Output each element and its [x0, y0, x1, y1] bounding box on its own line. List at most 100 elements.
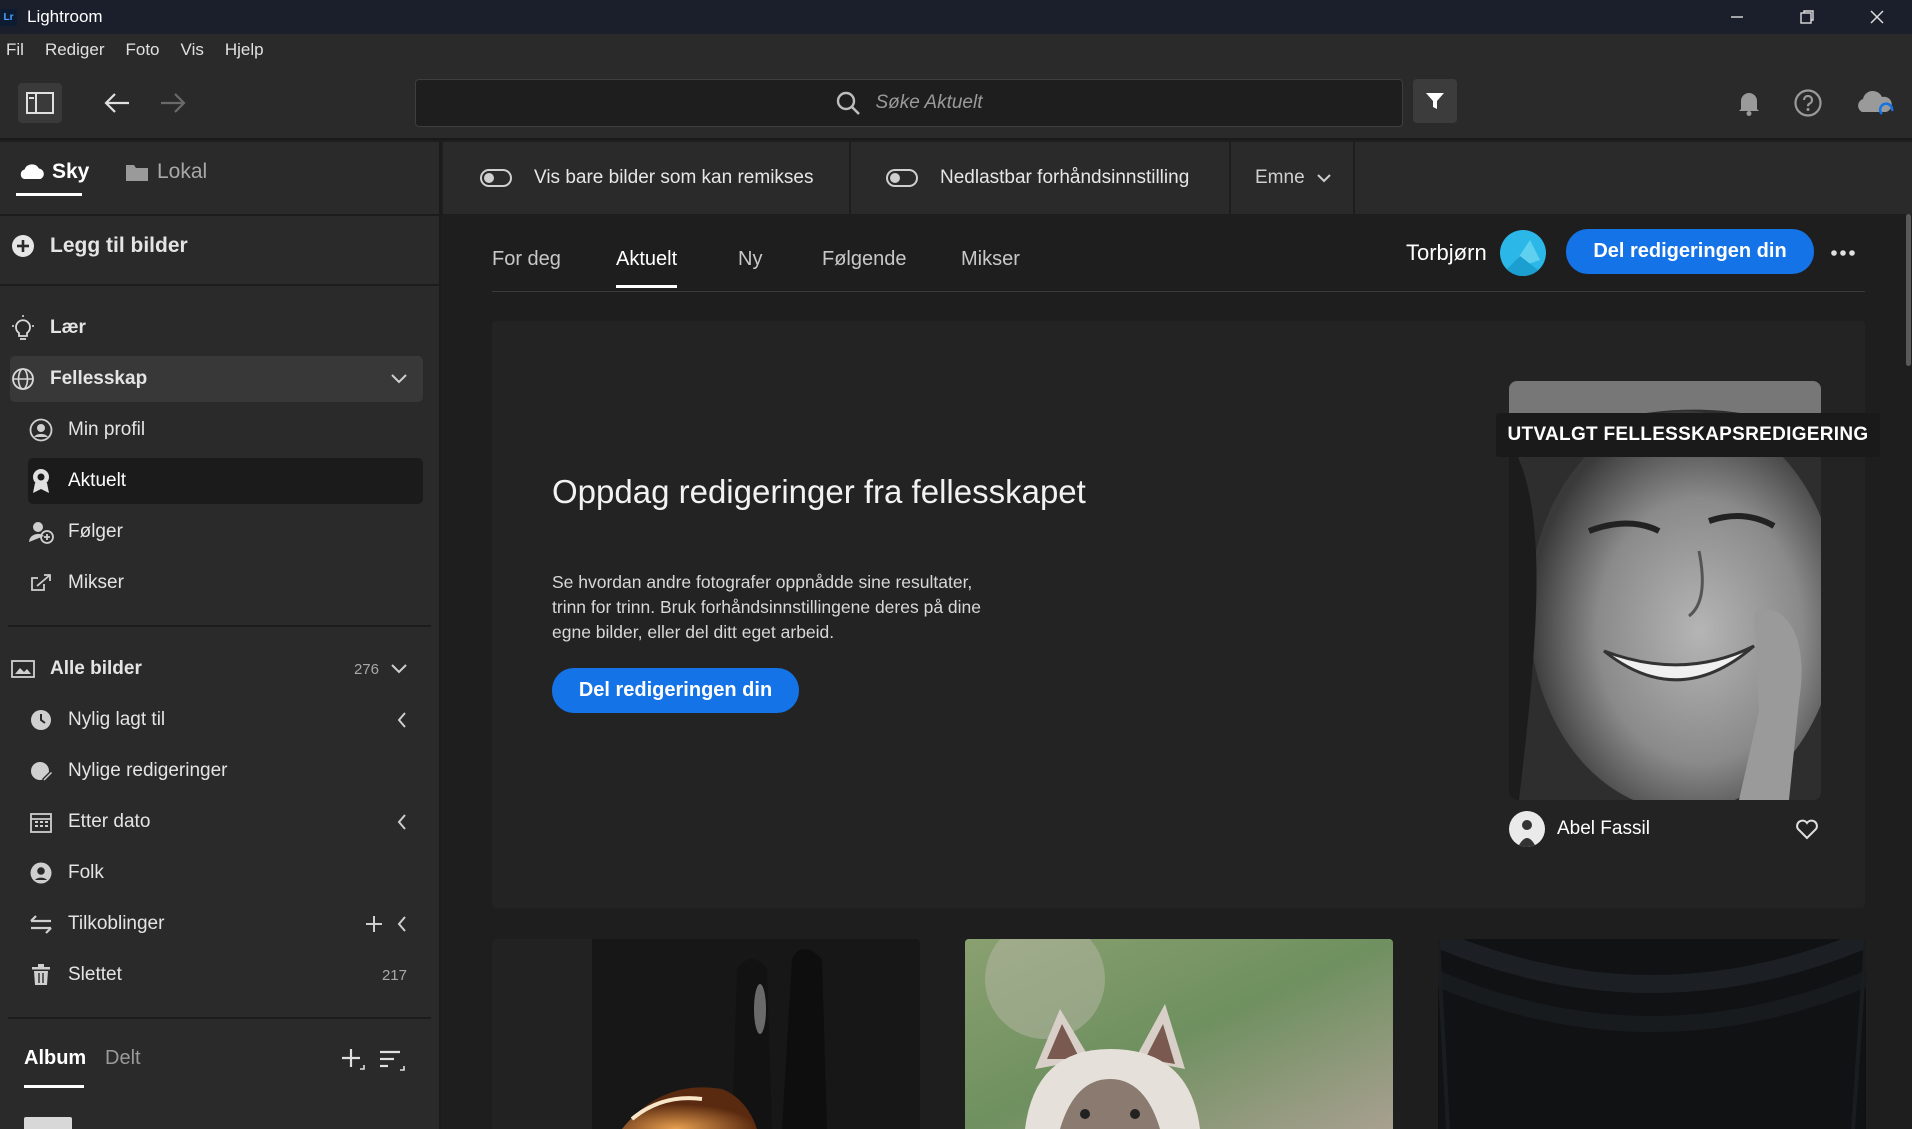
- sidebar-item-by-date[interactable]: Etter dato: [28, 799, 423, 845]
- community-photo-card[interactable]: [492, 939, 920, 1129]
- sidebar-item-following[interactable]: Følger: [28, 509, 423, 555]
- menu-view[interactable]: Vis: [181, 40, 204, 60]
- tab-shared[interactable]: Delt: [105, 1047, 141, 1070]
- add-photos-label: Legg til bilder: [50, 234, 188, 257]
- sidebar-item-my-profile[interactable]: Min profil: [28, 407, 423, 453]
- more-options-button[interactable]: [1830, 240, 1856, 266]
- tab-cloud-label: Sky: [52, 160, 90, 183]
- tab-trending[interactable]: Aktuelt: [616, 248, 678, 288]
- content-scrollbar[interactable]: [1906, 214, 1911, 366]
- community-tabs: For deg Aktuelt Ny Følgende Mikser Torbj…: [492, 229, 1865, 292]
- cloud-icon: [20, 164, 44, 179]
- featured-hero-card: Oppdag redigeringer fra fellesskapet Se …: [492, 321, 1880, 908]
- tab-local-label: Lokal: [157, 160, 208, 183]
- tab-new[interactable]: Ny: [738, 248, 762, 285]
- all-photos-count: 276: [353, 660, 379, 678]
- tab-following[interactable]: Følgende: [822, 248, 907, 285]
- app-title: Lightroom: [27, 7, 103, 26]
- toggle-switch[interactable]: [886, 169, 918, 187]
- window-controls: [1702, 0, 1912, 34]
- tab-remixes[interactable]: Mikser: [961, 248, 1020, 285]
- filter-button[interactable]: [1413, 79, 1457, 123]
- album-thumbnail[interactable]: [24, 1117, 72, 1129]
- sidebar-item-recent-edits[interactable]: Nylige redigeringer: [28, 748, 423, 794]
- forward-button[interactable]: [156, 88, 190, 118]
- add-photos-button[interactable]: Legg til bilder: [10, 223, 423, 269]
- menu-photo[interactable]: Foto: [126, 40, 160, 60]
- globe-icon: [12, 368, 34, 390]
- person-circle-icon: [30, 862, 52, 884]
- title-bar: Lr Lightroom: [0, 0, 1912, 34]
- sidebar-item-learn[interactable]: Lær: [10, 305, 423, 351]
- toggle-switch[interactable]: [480, 169, 512, 187]
- help-button[interactable]: [1792, 86, 1824, 120]
- restore-button[interactable]: [1772, 0, 1842, 34]
- menu-file[interactable]: Fil: [6, 40, 24, 60]
- bell-icon: [1739, 93, 1759, 116]
- lightbulb-icon: [12, 315, 34, 340]
- toggle-panel-button[interactable]: [18, 83, 62, 123]
- featured-badge: UTVALGT FELLESSKAPSREDIGERING: [1496, 413, 1880, 457]
- folder-icon: [126, 165, 148, 181]
- photo-library-icon: [11, 660, 35, 678]
- sidebar-item-connections[interactable]: Tilkoblinger: [28, 901, 423, 947]
- sidebar-item-recently-added-label: Nylig lagt til: [68, 709, 166, 730]
- sidebar-item-all-photos[interactable]: Alle bilder 276: [10, 646, 423, 692]
- tab-albums[interactable]: Album: [24, 1047, 86, 1070]
- topic-label: Emne: [1255, 167, 1305, 188]
- calendar-icon: [30, 813, 52, 833]
- sidebar-item-community[interactable]: Fellesskap: [10, 356, 423, 402]
- edit-history-icon: [31, 762, 53, 782]
- close-button[interactable]: [1842, 0, 1912, 34]
- help-icon: [1794, 89, 1822, 117]
- notifications-button[interactable]: [1734, 86, 1764, 120]
- tab-local[interactable]: Lokal: [125, 160, 207, 184]
- cloud-sync-button[interactable]: [1852, 84, 1898, 122]
- sidebar-divider: [0, 214, 439, 216]
- back-button[interactable]: [100, 88, 134, 118]
- tab-cloud[interactable]: Sky: [18, 160, 89, 184]
- sidebar-item-people[interactable]: Folk: [28, 850, 423, 896]
- hero-share-button[interactable]: Del redigeringen din: [552, 668, 799, 713]
- add-album-button[interactable]: [340, 1047, 366, 1073]
- avatar[interactable]: [1500, 230, 1546, 276]
- chevron-left-icon[interactable]: [397, 916, 407, 932]
- filter-bar: Vis bare bilder som kan remikses Nedlast…: [443, 142, 1912, 214]
- search-input[interactable]: Søke Aktuelt: [415, 79, 1403, 127]
- plus-icon[interactable]: [365, 915, 383, 933]
- sidebar-item-deleted[interactable]: Slettet 217: [28, 952, 423, 998]
- sidebar-item-people-label: Folk: [68, 862, 104, 883]
- left-sidebar: Sky Lokal Legg til bilder Lær Fellesskap…: [0, 142, 441, 1129]
- filter-icon: [1426, 93, 1444, 109]
- sidebar-item-remixes[interactable]: Mikser: [28, 560, 423, 606]
- like-button[interactable]: [1795, 818, 1819, 840]
- search-placeholder: Søke Aktuelt: [875, 92, 983, 113]
- tab-for-you[interactable]: For deg: [492, 248, 561, 285]
- community-photo-image: [492, 939, 920, 1129]
- share-edit-button[interactable]: Del redigeringen din: [1566, 229, 1814, 274]
- sidebar-item-all-photos-label: Alle bilder: [50, 658, 142, 679]
- sort-albums-button[interactable]: [378, 1048, 406, 1074]
- sidebar-item-deleted-label: Slettet: [68, 964, 122, 985]
- menu-edit[interactable]: Rediger: [45, 40, 105, 60]
- chevron-left-icon[interactable]: [397, 712, 407, 728]
- author-avatar[interactable]: [1509, 811, 1545, 847]
- sidebar-item-remixes-label: Mikser: [68, 572, 124, 593]
- featured-author-name[interactable]: Abel Fassil: [1557, 818, 1650, 840]
- community-photo-card[interactable]: [1438, 939, 1866, 1129]
- remix-only-toggle[interactable]: Vis bare bilder som kan remikses: [443, 142, 851, 214]
- connections-icon: [30, 915, 52, 934]
- topic-dropdown[interactable]: Emne: [1231, 142, 1355, 214]
- chevron-down-icon[interactable]: [391, 664, 407, 674]
- minimize-icon: [1731, 16, 1743, 18]
- minimize-button[interactable]: [1702, 0, 1772, 34]
- community-photo-card[interactable]: [965, 939, 1393, 1129]
- more-horizontal-icon: [1831, 250, 1855, 256]
- chevron-left-icon[interactable]: [397, 814, 407, 830]
- sidebar-item-trending[interactable]: Aktuelt: [28, 458, 423, 504]
- author-avatar-image: [1518, 820, 1536, 847]
- sidebar-item-recently-added[interactable]: Nylig lagt til: [28, 697, 423, 743]
- downloadable-preset-toggle[interactable]: Nedlastbar forhåndsinnstilling: [851, 142, 1231, 214]
- menu-help[interactable]: Hjelp: [225, 40, 264, 60]
- sidebar-item-by-date-label: Etter dato: [68, 811, 151, 832]
